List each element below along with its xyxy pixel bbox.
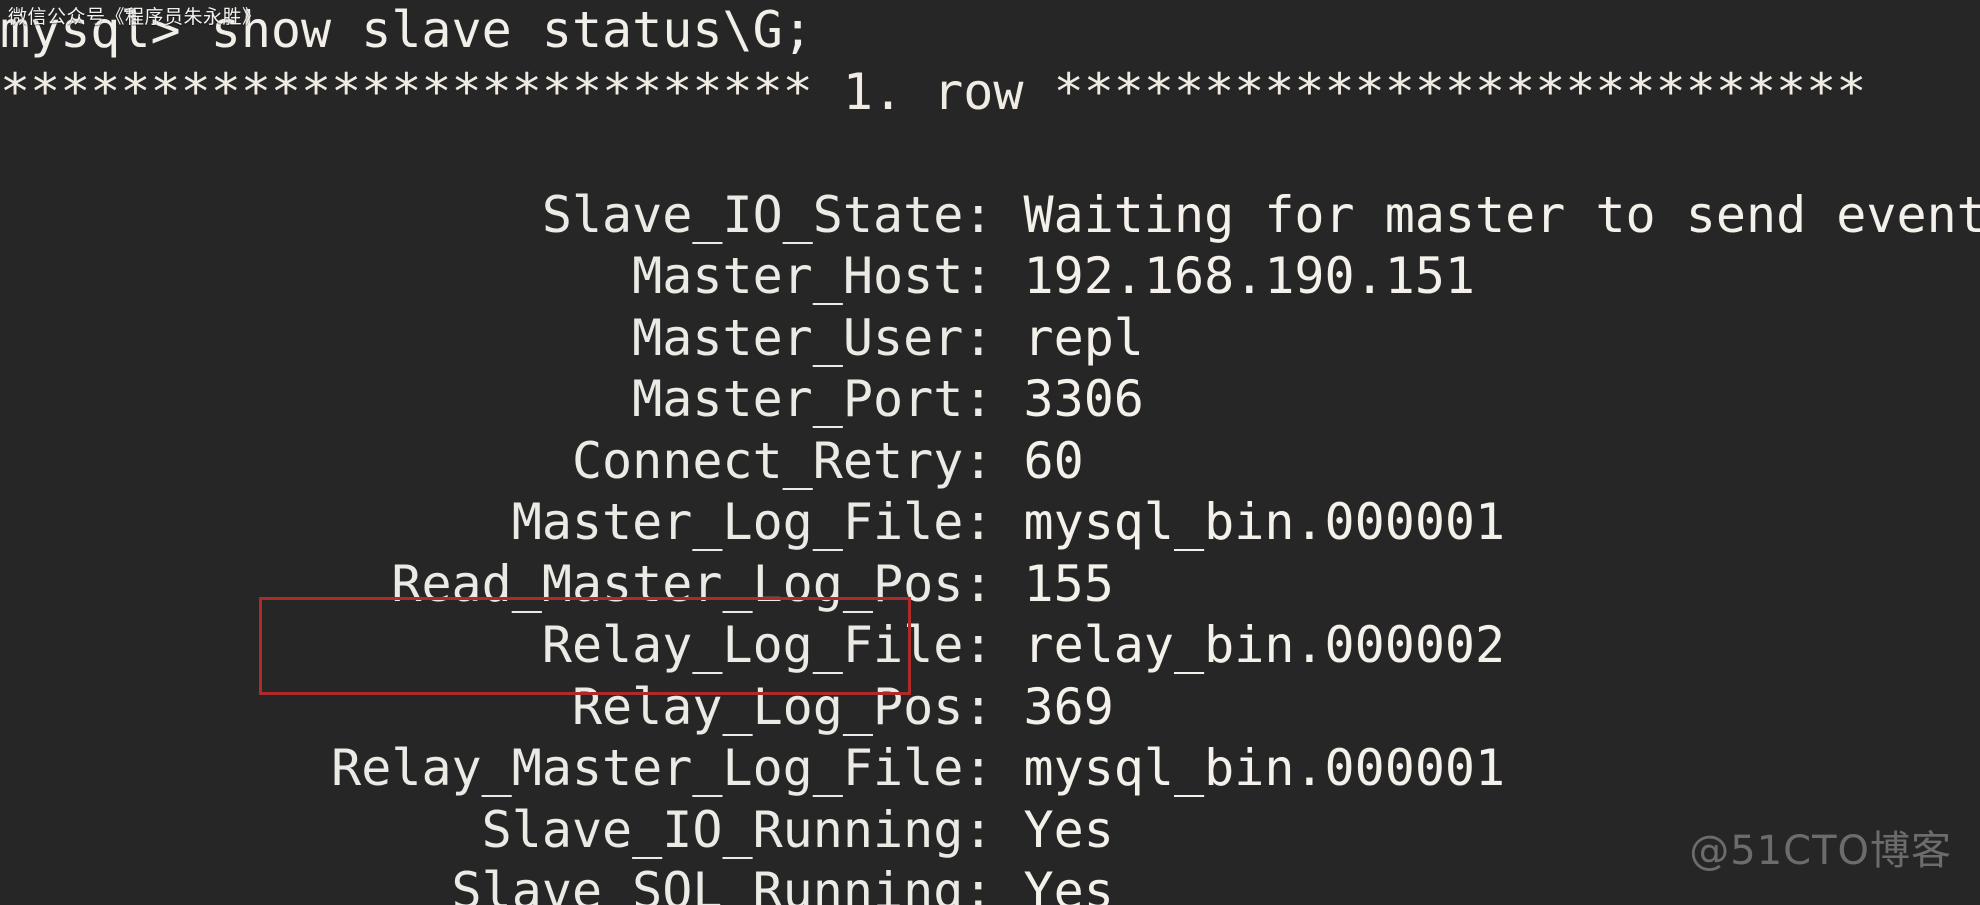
row-separator-line: *************************** 1. row *****… — [0, 62, 1867, 121]
terminal-prompt-line: mysql> show slave status\G; — [0, 1, 813, 59]
status-row-label: Master_User: — [180, 308, 1024, 367]
status-row-label: Slave_IO_Running: — [180, 800, 1024, 859]
terminal-screenshot: mysql> show slave status\G; ************… — [0, 0, 1980, 905]
status-row-value: Yes — [1023, 862, 1114, 905]
status-row-label: Master_Host: — [180, 247, 1024, 305]
status-row-value: repl — [1023, 308, 1144, 367]
terminal-output[interactable]: mysql> show slave status\G; ************… — [0, 0, 1980, 905]
status-row-value: 369 — [1023, 677, 1114, 736]
status-row-value: Yes — [1023, 800, 1114, 859]
status-row-label: Relay_Log_File: — [180, 616, 1024, 674]
status-row-label: Connect_Retry: — [180, 431, 1024, 490]
status-row-value: 3306 — [1023, 370, 1144, 428]
status-row-value: mysql_bin.000001 — [1023, 739, 1506, 797]
status-row-label: Master_Port: — [180, 370, 1024, 428]
status-row-value: mysql_bin.000001 — [1023, 493, 1506, 551]
wechat-watermark: 微信公众号《程序员朱永胜》 — [8, 6, 262, 28]
status-row-value: 192.168.190.151 — [1023, 247, 1476, 305]
status-row-value: relay_bin.000002 — [1023, 616, 1506, 674]
status-row-value: 60 — [1023, 431, 1084, 490]
status-row-label: Read_Master_Log_Pos: — [180, 554, 1024, 613]
status-row-label: Relay_Log_Pos: — [180, 677, 1024, 736]
status-row-label: Slave_IO_State: — [180, 185, 1024, 244]
status-row-value: 155 — [1023, 554, 1114, 613]
status-row-label: Slave_SQL_Running: — [180, 862, 1024, 905]
status-row-label: Relay_Master_Log_File: — [180, 739, 1024, 797]
status-row-label: Master_Log_File: — [180, 493, 1024, 551]
blog-watermark: @51CTO博客 — [1689, 828, 1952, 874]
status-row-slave-io-state: Slave_IO_State: Waiting for master to se… — [0, 123, 1980, 244]
status-row-value: Waiting for master to send event — [1023, 185, 1980, 244]
